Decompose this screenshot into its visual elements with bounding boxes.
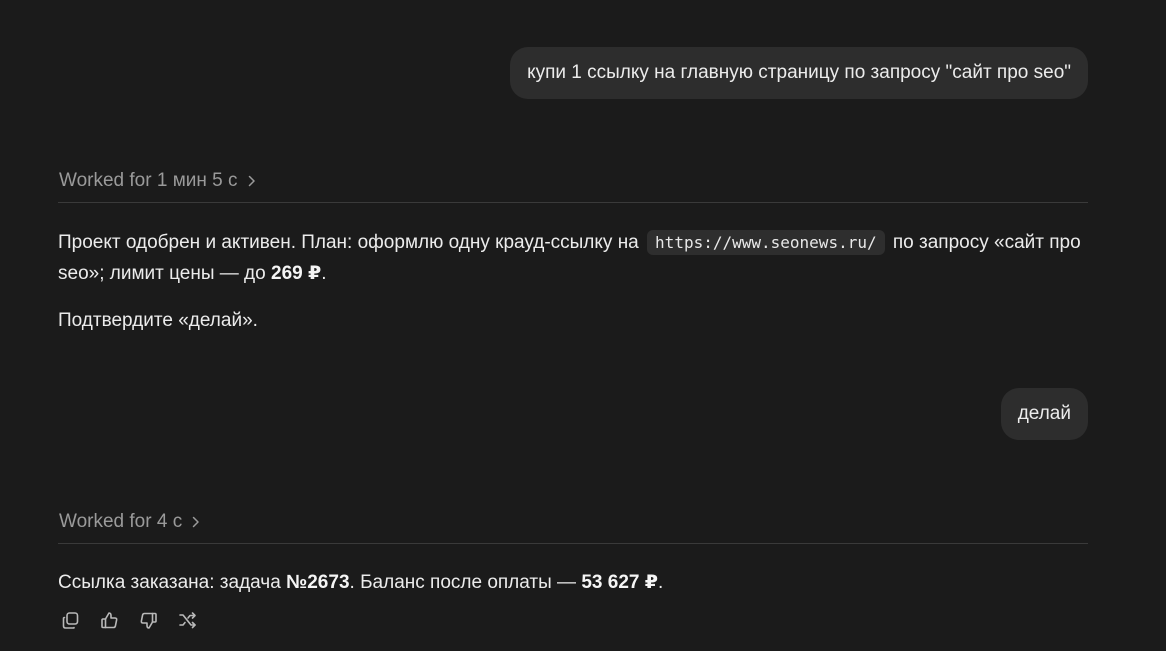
thumbs-down-icon[interactable] bbox=[138, 609, 158, 631]
assistant-text: Ссылка заказана: задача bbox=[58, 572, 281, 593]
chat-thread: купи 1 ссылку на главную страницу по зап… bbox=[58, 0, 1088, 651]
worked-for-toggle[interactable]: Worked for 1 мин 5 с bbox=[59, 169, 256, 193]
divider bbox=[58, 202, 1088, 203]
assistant-message: Ссылка заказана: задача №2673. Баланс по… bbox=[58, 567, 1088, 598]
user-message: делай bbox=[1000, 388, 1088, 440]
worked-for-label: Worked for 4 с bbox=[59, 511, 183, 532]
assistant-text: Проект одобрен и активен. План: оформлю … bbox=[58, 232, 639, 253]
worked-for-label: Worked for 1 мин 5 с bbox=[59, 170, 238, 191]
chevron-right-icon bbox=[248, 175, 256, 187]
assistant-message: Подтвердите «делай». bbox=[58, 305, 1088, 336]
task-number: №2673 bbox=[286, 572, 350, 593]
message-actions bbox=[60, 609, 197, 631]
copy-icon[interactable] bbox=[60, 609, 80, 631]
user-message: купи 1 ссылку на главную страницу по зап… bbox=[510, 47, 1088, 99]
worked-for-toggle[interactable]: Worked for 4 с bbox=[59, 510, 200, 534]
assistant-text: . Баланс после оплаты — bbox=[349, 572, 577, 593]
balance-value: 53 627 ₽ bbox=[581, 572, 658, 593]
chevron-right-icon bbox=[192, 516, 200, 528]
share-icon[interactable] bbox=[177, 609, 197, 631]
assistant-text: . bbox=[321, 263, 327, 284]
assistant-message: Проект одобрен и активен. План: оформлю … bbox=[58, 227, 1088, 289]
price-limit: 269 ₽ bbox=[271, 263, 322, 284]
assistant-text: Подтвердите «делай». bbox=[58, 310, 258, 331]
divider bbox=[58, 543, 1088, 544]
assistant-text: . bbox=[657, 572, 664, 593]
thumbs-up-icon[interactable] bbox=[99, 609, 119, 631]
inline-code-url: https://www.seonews.ru/ bbox=[647, 230, 885, 255]
